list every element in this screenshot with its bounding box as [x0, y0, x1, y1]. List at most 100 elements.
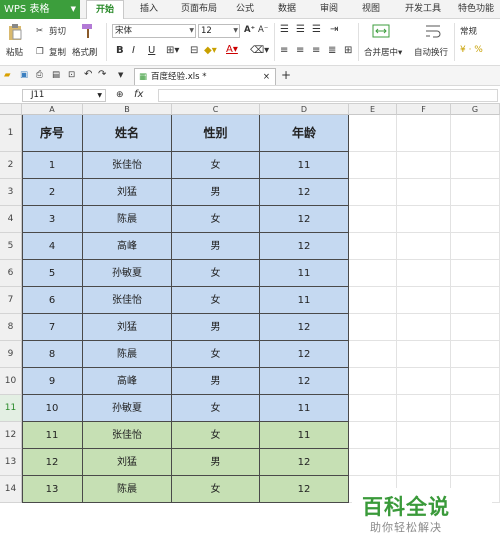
align-top-icon[interactable]: ☰	[280, 24, 289, 35]
empty-cell[interactable]	[397, 206, 451, 233]
table-cell[interactable]: 男	[172, 449, 260, 476]
app-menu-button[interactable]: WPS 表格 ▼	[0, 0, 80, 19]
empty-cell[interactable]	[451, 341, 500, 368]
copy-button[interactable]: ❐ 复制	[36, 46, 66, 58]
table-cell[interactable]: 女	[172, 422, 260, 449]
empty-cell[interactable]	[397, 115, 451, 152]
indent-icon[interactable]: ⇥	[330, 24, 338, 35]
tab-review[interactable]: 审阅	[314, 0, 344, 19]
empty-cell[interactable]	[451, 152, 500, 179]
empty-cell[interactable]	[451, 206, 500, 233]
empty-cell[interactable]	[451, 260, 500, 287]
format-painter-button[interactable]	[80, 23, 98, 39]
currency-icon[interactable]: ¥ · %	[460, 45, 483, 55]
justify-icon[interactable]: ≣	[328, 45, 336, 56]
table-cell[interactable]: 孙敏夏	[83, 395, 172, 422]
table-cell[interactable]: 高峰	[83, 233, 172, 260]
table-cell[interactable]: 陈晨	[83, 476, 172, 503]
table-cell[interactable]: 张佳怡	[83, 422, 172, 449]
row-header[interactable]: 12	[0, 422, 22, 449]
empty-cell[interactable]	[349, 115, 397, 152]
table-cell[interactable]: 11	[260, 395, 349, 422]
print-icon[interactable]: ⎙	[36, 70, 43, 80]
table-header-cell[interactable]: 序号	[22, 115, 83, 152]
table-cell[interactable]: 11	[22, 422, 83, 449]
table-header-cell[interactable]: 性别	[172, 115, 260, 152]
font-color-icon[interactable]: A▾	[226, 44, 238, 55]
empty-cell[interactable]	[349, 179, 397, 206]
align-right-icon[interactable]: ≡	[312, 45, 320, 56]
table-cell[interactable]: 陈晨	[83, 341, 172, 368]
clear-format-icon[interactable]: ⌫▾	[250, 45, 269, 56]
empty-cell[interactable]	[397, 449, 451, 476]
empty-cell[interactable]	[397, 287, 451, 314]
table-cell[interactable]: 12	[260, 233, 349, 260]
tab-page-layout[interactable]: 页面布局	[174, 0, 224, 19]
table-cell[interactable]: 11	[260, 152, 349, 179]
empty-cell[interactable]	[349, 368, 397, 395]
table-cell[interactable]: 女	[172, 206, 260, 233]
new-tab-icon[interactable]: +	[281, 68, 291, 82]
empty-cell[interactable]	[349, 395, 397, 422]
table-header-cell[interactable]: 年龄	[260, 115, 349, 152]
table-cell[interactable]: 11	[260, 287, 349, 314]
print-preview-icon[interactable]: ▤	[52, 70, 60, 80]
row-header[interactable]: 9	[0, 341, 22, 368]
select-all-corner[interactable]	[0, 104, 22, 115]
empty-cell[interactable]	[349, 260, 397, 287]
table-header-cell[interactable]: 姓名	[83, 115, 172, 152]
empty-cell[interactable]	[349, 152, 397, 179]
table-cell[interactable]: 12	[260, 368, 349, 395]
tab-formula[interactable]: 公式	[230, 0, 260, 19]
fx-button[interactable]: fx	[134, 89, 143, 100]
increase-font-button[interactable]: A⁺	[244, 25, 255, 35]
empty-cell[interactable]	[397, 368, 451, 395]
empty-cell[interactable]	[451, 395, 500, 422]
paste-button[interactable]	[6, 23, 26, 41]
table-cell[interactable]: 张佳怡	[83, 287, 172, 314]
save-icon[interactable]: ▣	[20, 70, 28, 80]
align-center-icon[interactable]: ≡	[296, 45, 304, 56]
table-cell[interactable]: 女	[172, 287, 260, 314]
merge-cells-icon[interactable]: ⊟	[190, 45, 198, 56]
table-cell[interactable]: 男	[172, 314, 260, 341]
table-cell[interactable]: 11	[260, 422, 349, 449]
italic-button[interactable]: I	[132, 45, 135, 56]
column-header-a[interactable]: A	[22, 104, 83, 115]
empty-cell[interactable]	[397, 260, 451, 287]
tab-insert[interactable]: 插入	[134, 0, 164, 19]
distribute-icon[interactable]: ⊞	[344, 45, 352, 56]
merge-center-button[interactable]	[372, 23, 392, 39]
table-cell[interactable]: 12	[260, 314, 349, 341]
table-cell[interactable]: 女	[172, 341, 260, 368]
table-cell[interactable]: 高峰	[83, 368, 172, 395]
table-cell[interactable]: 张佳怡	[83, 152, 172, 179]
fill-color-icon[interactable]: ◆▾	[204, 45, 217, 56]
empty-cell[interactable]	[397, 233, 451, 260]
empty-cell[interactable]	[349, 449, 397, 476]
table-cell[interactable]: 1	[22, 152, 83, 179]
font-name-select[interactable]: 宋体 ▼	[112, 24, 196, 38]
table-cell[interactable]: 12	[260, 449, 349, 476]
customize-arrow-icon[interactable]: ▼	[118, 71, 123, 79]
empty-cell[interactable]	[451, 368, 500, 395]
table-cell[interactable]: 6	[22, 287, 83, 314]
name-box[interactable]: J11 ▼	[22, 89, 106, 102]
column-header-c[interactable]: C	[172, 104, 260, 115]
table-cell[interactable]: 8	[22, 341, 83, 368]
table-cell[interactable]: 12	[260, 206, 349, 233]
empty-cell[interactable]	[397, 314, 451, 341]
empty-cell[interactable]	[349, 314, 397, 341]
row-header[interactable]: 5	[0, 233, 22, 260]
table-cell[interactable]: 男	[172, 368, 260, 395]
empty-cell[interactable]	[451, 314, 500, 341]
wrap-text-label[interactable]: 自动换行	[414, 46, 448, 58]
tab-developer[interactable]: 开发工具	[398, 0, 448, 19]
row-header[interactable]: 13	[0, 449, 22, 476]
table-cell[interactable]: 男	[172, 233, 260, 260]
zoom-icon[interactable]: ⊕	[116, 90, 124, 100]
table-cell[interactable]: 女	[172, 476, 260, 503]
empty-cell[interactable]	[349, 341, 397, 368]
decrease-font-button[interactable]: A⁻	[258, 25, 268, 35]
open-folder-icon[interactable]: ▰	[4, 70, 11, 80]
